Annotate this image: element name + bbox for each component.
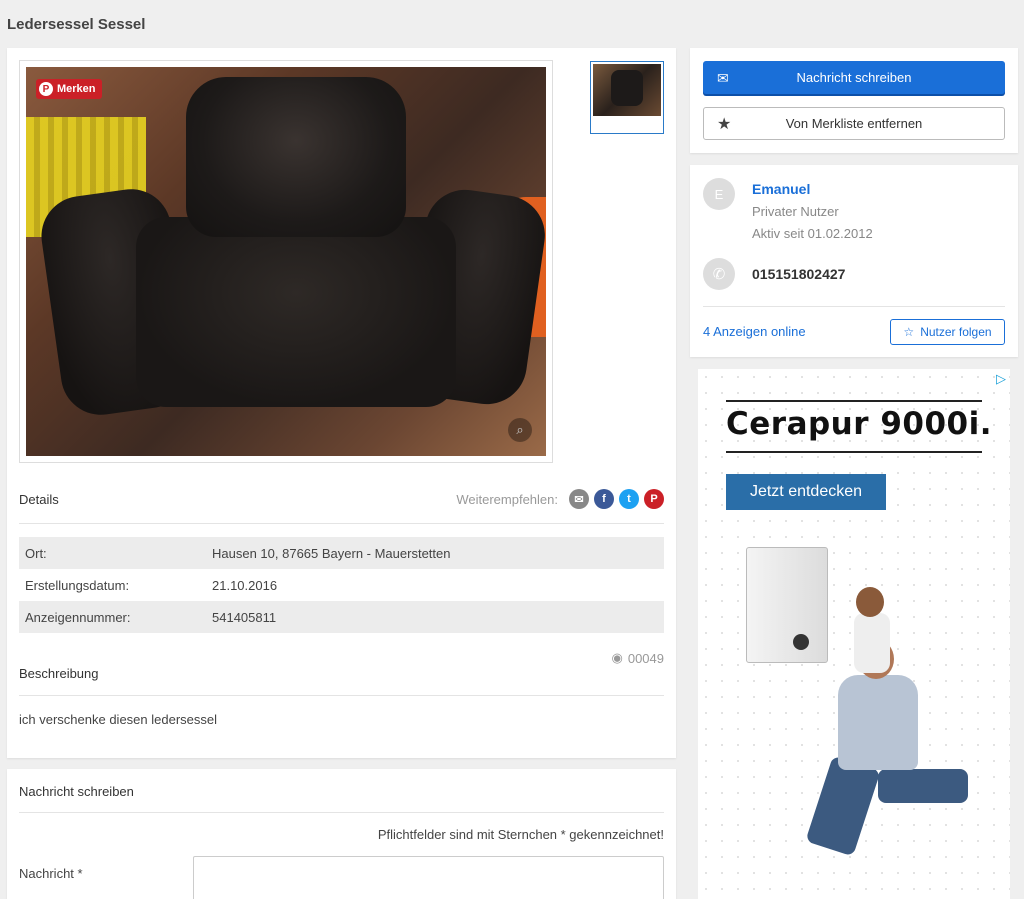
zoom-icon[interactable]: ⌕ [508,418,532,442]
divider [19,695,664,696]
avatar: E [703,178,735,210]
divider [703,306,1005,307]
pinterest-icon: P [39,82,53,96]
details-table: Ort: Hausen 10, 87665 Bayern - Mauerstet… [19,537,664,633]
message-label: Nachricht * [19,866,83,881]
message-form-heading: Nachricht schreiben [19,784,134,799]
seller-phone[interactable]: 015151802427 [752,266,845,282]
adchoices-icon[interactable]: ▷ [996,371,1006,387]
ad-title: Cerapur 9000i. [726,406,993,442]
message-form-card: Nachricht schreiben Pflichtfelder sind m… [7,769,676,899]
share-bar: Weiterempfehlen: ✉ f t P [456,489,664,509]
phone-icon: ✆ [703,258,735,290]
seller-type: Privater Nutzer [752,204,839,219]
seller-ads-link[interactable]: 4 Anzeigen online [703,324,806,339]
details-key: Anzeigennummer: [25,609,131,625]
share-label: Weiterempfehlen: [456,491,558,507]
details-value: Hausen 10, 87665 Bayern - Mauerstetten [212,545,451,561]
view-count: 00049 [627,650,664,666]
write-message-label: Nachricht schreiben [796,70,912,85]
email-share-icon[interactable]: ✉ [569,489,589,509]
envelope-icon: ✉ [717,70,729,86]
required-note: Pflichtfelder sind mit Sternchen * geken… [377,827,664,842]
action-card: ✉ Nachricht schreiben ★ Von Merkliste en… [690,48,1018,153]
details-value: 541405811 [212,609,277,625]
thumbnail-image [593,64,661,116]
details-row: Anzeigennummer: 541405811 [19,601,664,633]
details-value: 21.10.2016 [212,577,278,593]
details-row: Erstellungsdatum: 21.10.2016 [19,569,664,601]
remove-watchlist-button[interactable]: ★ Von Merkliste entfernen [703,107,1005,140]
seller-name-link[interactable]: Emanuel [752,181,810,197]
details-row: Ort: Hausen 10, 87665 Bayern - Mauerstet… [19,537,664,569]
eye-icon: ◉ [611,650,623,665]
chair-photo[interactable]: P Merken ⌕ [26,67,546,456]
seller-active-since: Aktiv seit 01.02.2012 [752,226,873,241]
pinterest-share-icon[interactable]: P [644,489,664,509]
twitter-share-icon[interactable]: t [619,489,639,509]
seller-card: E Emanuel Privater Nutzer Aktiv seit 01.… [690,165,1018,357]
ad-cta-button[interactable]: Jetzt entdecken [726,474,886,510]
star-outline-icon: ☆ [903,325,915,339]
description-heading: Beschreibung [19,666,99,681]
photo-chair-back [186,77,406,237]
facebook-share-icon[interactable]: f [594,489,614,509]
details-heading: Details [19,492,59,507]
star-icon: ★ [717,116,732,133]
divider [19,812,664,813]
details-key: Erstellungsdatum: [25,577,130,593]
ad-rule [726,451,982,453]
remove-watchlist-label: Von Merkliste entfernen [785,116,923,131]
divider [19,523,664,524]
listing-card: P Merken ⌕ Details Weiterempfehlen: ✉ f … [7,48,676,758]
message-textarea[interactable] [193,856,664,899]
follow-user-button[interactable]: ☆ Nutzer folgen [890,319,1005,345]
advertisement[interactable]: ▷ Cerapur 9000i. Jetzt entdecken [698,369,1010,899]
pin-label: Merken [57,83,96,95]
photo-chair-seat [136,217,456,407]
follow-label: Nutzer folgen [920,325,992,339]
page-title: Ledersessel Sessel [7,16,146,33]
description-text: ich verschenke diesen ledersessel [19,712,217,727]
gallery-thumbnail[interactable] [590,61,664,134]
view-counter: ◉ 00049 [612,650,665,666]
write-message-button[interactable]: ✉ Nachricht schreiben [703,61,1005,94]
ad-child-image [846,587,896,697]
main-image[interactable]: P Merken ⌕ [19,60,553,463]
ad-rule [726,400,982,402]
pinterest-save-button[interactable]: P Merken [36,79,102,99]
details-key: Ort: [25,545,47,561]
